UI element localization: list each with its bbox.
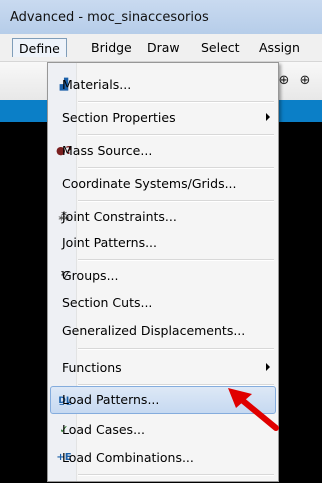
menu-separator (78, 134, 274, 136)
menu-item-label: Load Cases... (62, 422, 145, 437)
menu-item-groups[interactable]: ⅟ Groups... (50, 262, 276, 290)
menu-item-label: Joint Patterns... (62, 235, 158, 250)
menu-item-label: Load Combinations... (62, 450, 194, 465)
menu-separator (78, 167, 274, 169)
menu-item-joint-patterns[interactable]: Joint Patterns... (50, 229, 276, 257)
menu-draw[interactable]: Draw (141, 38, 186, 57)
menu-item-label: Coordinate Systems/Grids... (62, 176, 237, 191)
red-arrow-annotation (228, 388, 279, 431)
menu-item-label: Joint Constraints... (62, 209, 177, 224)
window-title: Advanced - moc_sinaccesorios (10, 10, 209, 25)
menu-item-generalized-displacements[interactable]: Generalized Displacements... (50, 317, 276, 345)
menu-item-load-combinations[interactable]: +E Load Combinations... (50, 444, 276, 472)
menu-assign-label: Assign (259, 40, 300, 55)
menu-item-functions[interactable]: Functions (50, 354, 276, 382)
menu-item-label: Section Properties (62, 110, 176, 125)
menu-assign[interactable]: Assign (253, 38, 306, 57)
submenu-arrow-icon (266, 113, 270, 121)
window-title-bar: Advanced - moc_sinaccesorios (0, 0, 322, 34)
menu-item-label: Groups... (62, 268, 119, 283)
menu-separator (78, 200, 274, 202)
menu-item-label: Section Cuts... (62, 295, 153, 310)
menu-define-label: Define (19, 41, 60, 56)
menu-select-label: Select (201, 40, 240, 55)
menu-define[interactable]: Define (12, 38, 67, 57)
menu-item-label: Load Patterns... (62, 392, 160, 407)
menu-item-label: Generalized Displacements... (62, 323, 246, 338)
menu-separator (78, 101, 274, 103)
menu-item-mass-source[interactable]: ●? Mass Source... (50, 137, 276, 165)
menu-item-coordinate-systems[interactable]: Coordinate Systems/Grids... (50, 170, 276, 198)
menu-item-section-properties[interactable]: Section Properties (50, 104, 276, 132)
menu-bridge[interactable]: Bridge (85, 38, 138, 57)
menu-separator (78, 348, 274, 350)
menu-draw-label: Draw (147, 40, 180, 55)
menu-item-materials[interactable]: ▟ Materials... (50, 71, 276, 99)
menu-bridge-label: Bridge (91, 40, 132, 55)
menu-separator (78, 474, 274, 476)
menu-item-label: Functions (62, 360, 122, 375)
menu-item-label: Mass Source... (62, 143, 153, 158)
menu-item-section-cuts[interactable]: Section Cuts... (50, 289, 276, 317)
menu-item-joint-constraints[interactable]: ⁂ Joint Constraints... (50, 203, 276, 231)
menu-bar: Define Bridge Draw Select Assign (0, 34, 322, 62)
zoom-in-icon[interactable]: ⊕ (295, 72, 315, 90)
menu-select[interactable]: Select (195, 38, 246, 57)
menu-separator (78, 259, 274, 261)
submenu-arrow-icon (266, 363, 270, 371)
menu-item-label: Materials... (62, 77, 132, 92)
